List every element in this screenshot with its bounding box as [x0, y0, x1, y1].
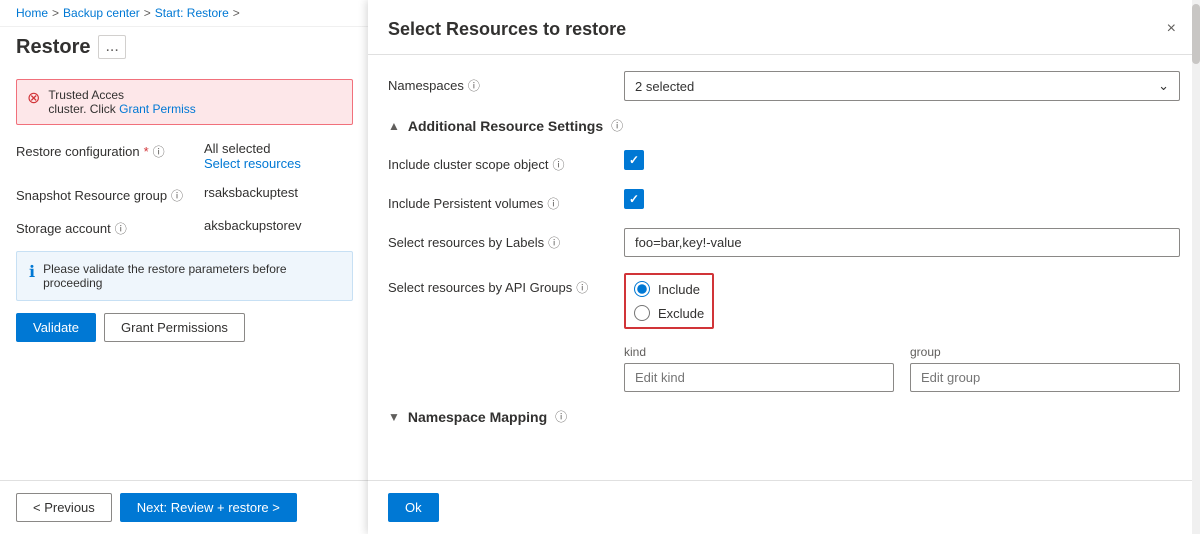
- left-panel: Home > Backup center > Start: Restore > …: [0, 0, 370, 534]
- check-icon: ✓: [629, 153, 639, 167]
- snapshot-rg-info-icon[interactable]: ⓘ: [171, 187, 183, 204]
- scroll-thumb[interactable]: [1192, 4, 1200, 64]
- select-resources-modal: Select Resources to restore × Namespaces…: [368, 0, 1200, 534]
- select-by-labels-input[interactable]: [624, 228, 1180, 257]
- storage-account-row: Storage account ⓘ aksbackupstorev: [16, 218, 353, 237]
- modal-footer: Ok: [368, 480, 1200, 534]
- left-content: ⊗ Trusted Acces cluster. Click Grant Per…: [0, 67, 369, 534]
- storage-account-info-icon[interactable]: ⓘ: [115, 220, 127, 237]
- collapse-chevron-icon: ▲: [388, 119, 400, 133]
- snapshot-rg-value: rsaksbackuptest: [204, 185, 298, 200]
- select-by-labels-label: Select resources by Labels ⓘ: [388, 228, 608, 251]
- namespace-mapping-chevron-icon: ▼: [388, 410, 400, 424]
- breadcrumb-home[interactable]: Home: [16, 6, 48, 20]
- storage-account-label: Storage account ⓘ: [16, 218, 196, 237]
- page-title: Restore: [16, 36, 90, 59]
- snapshot-rg-row: Snapshot Resource group ⓘ rsaksbackuptes…: [16, 185, 353, 204]
- select-by-api-label: Select resources by API Groups ⓘ: [388, 273, 608, 296]
- check-icon-2: ✓: [629, 192, 639, 206]
- include-radio-label: Include: [658, 282, 700, 297]
- include-radio-input[interactable]: [634, 281, 650, 297]
- page-title-row: Restore ...: [0, 27, 369, 67]
- namespace-mapping-title: Namespace Mapping: [408, 409, 547, 425]
- select-by-labels-info-icon[interactable]: ⓘ: [548, 234, 560, 251]
- exclude-radio-label: Exclude: [658, 306, 704, 321]
- kind-label: kind: [624, 345, 894, 359]
- bottom-nav: < Previous Next: Review + restore >: [0, 480, 370, 534]
- include-persistent-row: Include Persistent volumes ⓘ ✓: [388, 189, 1180, 212]
- namespace-mapping-header[interactable]: ▼ Namespace Mapping ⓘ: [388, 408, 1180, 425]
- snapshot-rg-label: Snapshot Resource group ⓘ: [16, 185, 196, 204]
- storage-account-value: aksbackupstorev: [204, 218, 302, 233]
- include-persistent-info-icon[interactable]: ⓘ: [547, 195, 559, 212]
- previous-button[interactable]: < Previous: [16, 493, 112, 522]
- radio-highlight-box: Include Exclude: [624, 273, 714, 329]
- select-by-api-info-icon[interactable]: ⓘ: [576, 279, 588, 296]
- include-radio-option[interactable]: Include: [634, 281, 704, 297]
- select-by-labels-row: Select resources by Labels ⓘ: [388, 228, 1180, 257]
- breadcrumb-start-restore[interactable]: Start: Restore: [155, 6, 229, 20]
- info-banner-icon: ℹ: [29, 262, 35, 282]
- info-banner: ℹ Please validate the restore parameters…: [16, 251, 353, 301]
- exclude-radio-input[interactable]: [634, 305, 650, 321]
- error-icon: ⊗: [27, 88, 40, 108]
- include-cluster-checkbox[interactable]: ✓: [624, 150, 644, 170]
- modal-body: Namespaces ⓘ 2 selected ⌄ ▲ Additional R…: [368, 55, 1200, 480]
- error-text: Trusted Acces cluster. Click Grant Permi…: [48, 88, 195, 116]
- restore-config-info-icon[interactable]: ⓘ: [153, 143, 165, 160]
- namespaces-dropdown[interactable]: 2 selected ⌄: [624, 71, 1180, 101]
- ellipsis-button[interactable]: ...: [98, 35, 125, 59]
- required-star: *: [144, 144, 149, 159]
- kind-group-row: kind group: [624, 345, 1180, 392]
- select-by-api-row: Select resources by API Groups ⓘ Include…: [388, 273, 1180, 329]
- breadcrumb-backup-center[interactable]: Backup center: [63, 6, 140, 20]
- include-persistent-label: Include Persistent volumes ⓘ: [388, 189, 608, 212]
- include-cluster-label: Include cluster scope object ⓘ: [388, 150, 608, 173]
- info-banner-text: Please validate the restore parameters b…: [43, 262, 340, 290]
- namespaces-value: 2 selected: [635, 79, 694, 94]
- scroll-indicator[interactable]: [1192, 0, 1200, 534]
- include-cluster-info-icon[interactable]: ⓘ: [552, 156, 564, 173]
- kind-input[interactable]: [624, 363, 894, 392]
- validate-button[interactable]: Validate: [16, 313, 96, 342]
- kind-field-group: kind: [624, 345, 894, 392]
- additional-settings-header[interactable]: ▲ Additional Resource Settings ⓘ: [388, 117, 1180, 134]
- breadcrumb: Home > Backup center > Start: Restore >: [0, 0, 369, 27]
- grant-permissions-button[interactable]: Grant Permissions: [104, 313, 245, 342]
- restore-config-row: Restore configuration * ⓘ All selected S…: [16, 141, 353, 171]
- include-cluster-row: Include cluster scope object ⓘ ✓: [388, 150, 1180, 173]
- namespaces-label: Namespaces ⓘ: [388, 71, 608, 94]
- error-banner: ⊗ Trusted Acces cluster. Click Grant Per…: [16, 79, 353, 125]
- grant-permission-link[interactable]: Grant Permiss: [119, 102, 196, 116]
- ok-button[interactable]: Ok: [388, 493, 439, 522]
- namespace-mapping-info-icon[interactable]: ⓘ: [555, 408, 567, 425]
- group-input[interactable]: [910, 363, 1180, 392]
- modal-title: Select Resources to restore: [388, 19, 626, 40]
- restore-config-label: Restore configuration * ⓘ: [16, 141, 196, 160]
- include-persistent-checkbox[interactable]: ✓: [624, 189, 644, 209]
- modal-header: Select Resources to restore ×: [368, 0, 1200, 55]
- dropdown-chevron-icon: ⌄: [1158, 78, 1169, 94]
- api-groups-options: Include Exclude: [624, 273, 714, 329]
- namespaces-row: Namespaces ⓘ 2 selected ⌄: [388, 71, 1180, 101]
- namespaces-info-icon[interactable]: ⓘ: [468, 77, 480, 94]
- group-field-group: group: [910, 345, 1180, 392]
- modal-close-button[interactable]: ×: [1163, 16, 1180, 42]
- additional-settings-info-icon[interactable]: ⓘ: [611, 117, 623, 134]
- group-label: group: [910, 345, 1180, 359]
- restore-config-value: All selected Select resources: [204, 141, 301, 171]
- next-button[interactable]: Next: Review + restore >: [120, 493, 297, 522]
- exclude-radio-option[interactable]: Exclude: [634, 305, 704, 321]
- select-resources-link[interactable]: Select resources: [204, 156, 301, 171]
- additional-settings-title: Additional Resource Settings: [408, 118, 603, 134]
